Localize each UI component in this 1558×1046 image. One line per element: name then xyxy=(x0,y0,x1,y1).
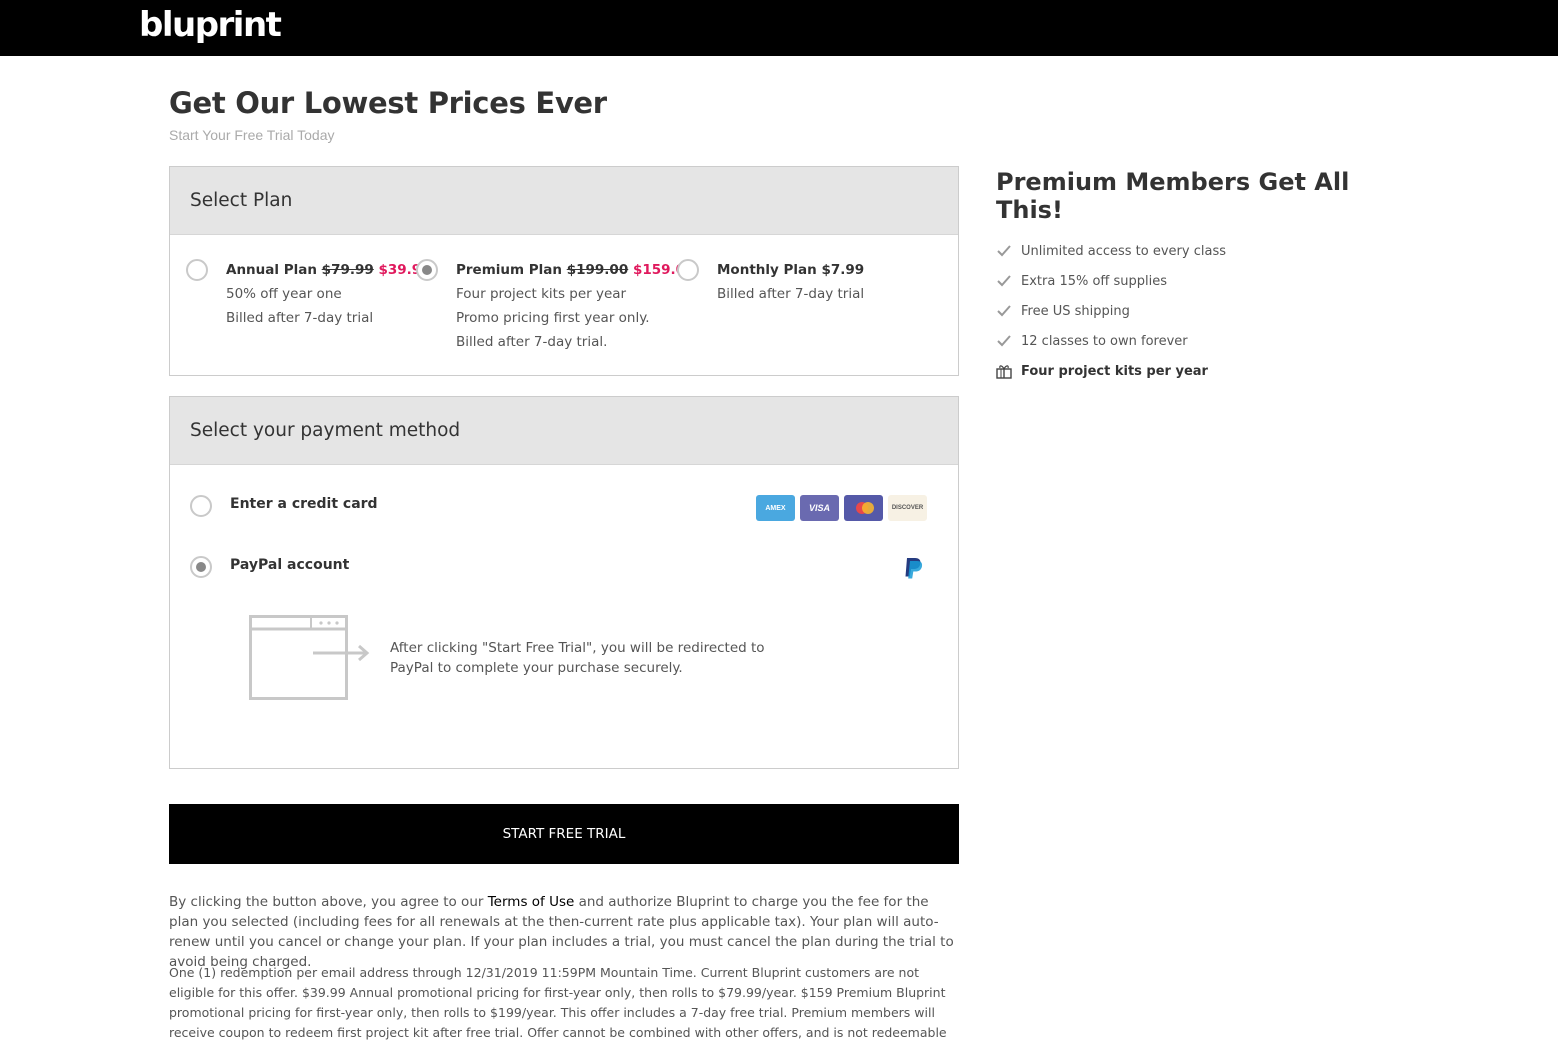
paypal-icon xyxy=(905,558,923,579)
premium-plan-name: Premium Plan xyxy=(456,262,563,278)
check-icon xyxy=(997,275,1011,287)
annual-plan-desc-2: Billed after 7-day trial xyxy=(226,310,374,326)
monthly-plan-option[interactable]: Monthly Plan $7.99 Billed after 7-day tr… xyxy=(717,258,864,306)
page-subtitle: Start Your Free Trial Today xyxy=(169,127,335,143)
terms-of-use-link[interactable]: Terms of Use xyxy=(488,894,575,910)
benefit-text: Extra 15% off supplies xyxy=(1021,274,1168,289)
premium-plan-old-price: $199.00 xyxy=(566,262,629,278)
payment-method-panel: Select your payment method xyxy=(169,396,959,769)
card-logos: AMEX VISA DISCOVER xyxy=(756,495,927,521)
annual-plan-desc-1: 50% off year one xyxy=(226,286,342,302)
monthly-plan-desc-1: Billed after 7-day trial xyxy=(717,286,865,302)
start-free-trial-button[interactable]: START FREE TRIAL xyxy=(169,804,959,864)
top-nav-bar: bluprint xyxy=(0,0,1558,56)
annual-plan-radio[interactable] xyxy=(186,259,208,281)
premium-plan-title: Premium Plan $199.00 $159.00 xyxy=(456,258,694,282)
page-title: Get Our Lowest Prices Ever xyxy=(169,86,607,120)
annual-plan-name: Annual Plan xyxy=(226,262,317,278)
premium-plan-desc-3: Billed after 7-day trial. xyxy=(456,334,608,350)
paypal-redirect-note: After clicking "Start Free Trial", you w… xyxy=(390,640,765,676)
benefit-item: Free US shipping xyxy=(996,300,1226,330)
select-plan-heading: Select Plan xyxy=(170,167,958,235)
monthly-plan-radio[interactable] xyxy=(677,259,699,281)
discover-card-icon: DISCOVER xyxy=(888,495,927,521)
check-icon xyxy=(997,245,1011,257)
check-icon xyxy=(997,335,1011,347)
premium-benefits-title: Premium Members Get All This! xyxy=(996,168,1350,224)
annual-plan-old-price: $79.99 xyxy=(321,262,374,278)
monthly-plan-price: $7.99 xyxy=(821,262,865,278)
legal-text-start: By clicking the button above, you agree … xyxy=(169,894,488,910)
check-icon xyxy=(997,305,1011,317)
benefit-text: 12 classes to own forever xyxy=(1021,334,1188,349)
paypal-radio[interactable] xyxy=(190,556,212,578)
benefit-item: 12 classes to own forever xyxy=(996,330,1226,360)
premium-benefits-list: Unlimited access to every class Extra 15… xyxy=(996,240,1226,390)
gift-icon xyxy=(996,365,1012,379)
browser-redirect-icon xyxy=(249,615,370,700)
offer-fine-print: One (1) redemption per email address thr… xyxy=(169,965,947,1046)
legal-agreement-text: By clicking the button above, you agree … xyxy=(169,892,959,972)
annual-plan-option[interactable]: Annual Plan $79.99 $39.99 50% off year o… xyxy=(226,258,431,330)
benefit-text: Free US shipping xyxy=(1021,304,1130,319)
amex-card-icon: AMEX xyxy=(756,495,795,521)
monthly-plan-title: Monthly Plan $7.99 xyxy=(717,258,864,282)
premium-plan-desc-1: Four project kits per year xyxy=(456,286,627,302)
bluprint-logo[interactable]: bluprint xyxy=(139,5,282,45)
annual-plan-title: Annual Plan $79.99 $39.99 xyxy=(226,258,431,282)
paypal-label[interactable]: PayPal account xyxy=(230,557,349,573)
premium-plan-desc-2: Promo pricing first year only. xyxy=(456,310,650,326)
credit-card-label[interactable]: Enter a credit card xyxy=(230,496,378,512)
benefit-item: Four project kits per year xyxy=(996,360,1226,390)
mastercard-icon xyxy=(844,495,883,521)
premium-plan-radio[interactable] xyxy=(416,259,438,281)
visa-card-icon: VISA xyxy=(800,495,839,521)
premium-plan-option[interactable]: Premium Plan $199.00 $159.00 Four projec… xyxy=(456,258,694,354)
benefit-item: Unlimited access to every class xyxy=(996,240,1226,270)
benefit-text: Four project kits per year xyxy=(1021,364,1208,379)
benefit-text: Unlimited access to every class xyxy=(1021,244,1226,259)
payment-method-heading: Select your payment method xyxy=(170,397,958,465)
monthly-plan-name: Monthly Plan xyxy=(717,262,817,278)
benefit-item: Extra 15% off supplies xyxy=(996,270,1226,300)
credit-card-radio[interactable] xyxy=(190,495,212,517)
